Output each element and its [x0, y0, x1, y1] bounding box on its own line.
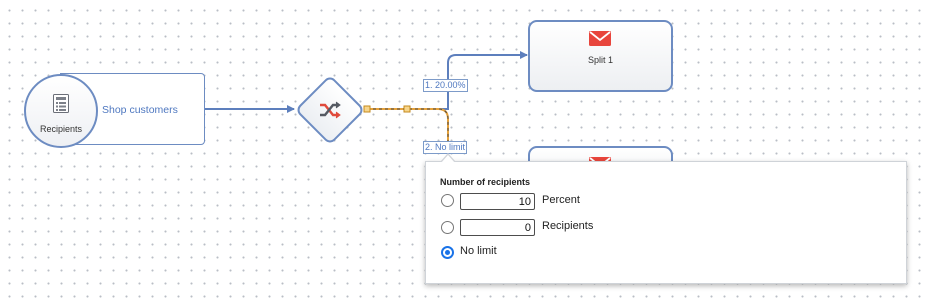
edge-handle[interactable] — [403, 105, 411, 113]
percent-radio[interactable] — [441, 194, 454, 207]
percent-label: Percent — [542, 194, 580, 206]
popup-title: Number of recipients — [440, 177, 531, 187]
recipient-list-icon — [53, 94, 69, 113]
recipients-node-label: Recipients — [39, 124, 83, 134]
no-limit-radio[interactable] — [441, 246, 454, 259]
mail-icon — [589, 31, 611, 46]
recipients-option-label: Recipients — [542, 220, 594, 232]
split-1-label: Split 1 — [587, 55, 613, 65]
branch-1-label[interactable]: 1. 20.00% — [423, 79, 468, 92]
shuffle-icon — [320, 101, 341, 119]
edge-handle[interactable] — [363, 105, 371, 113]
no-limit-label: No limit — [460, 245, 497, 257]
segment-label[interactable]: Shop customers — [102, 104, 178, 116]
recipients-input[interactable] — [460, 219, 535, 236]
recipients-radio[interactable] — [441, 221, 454, 234]
percent-input[interactable] — [460, 193, 535, 210]
